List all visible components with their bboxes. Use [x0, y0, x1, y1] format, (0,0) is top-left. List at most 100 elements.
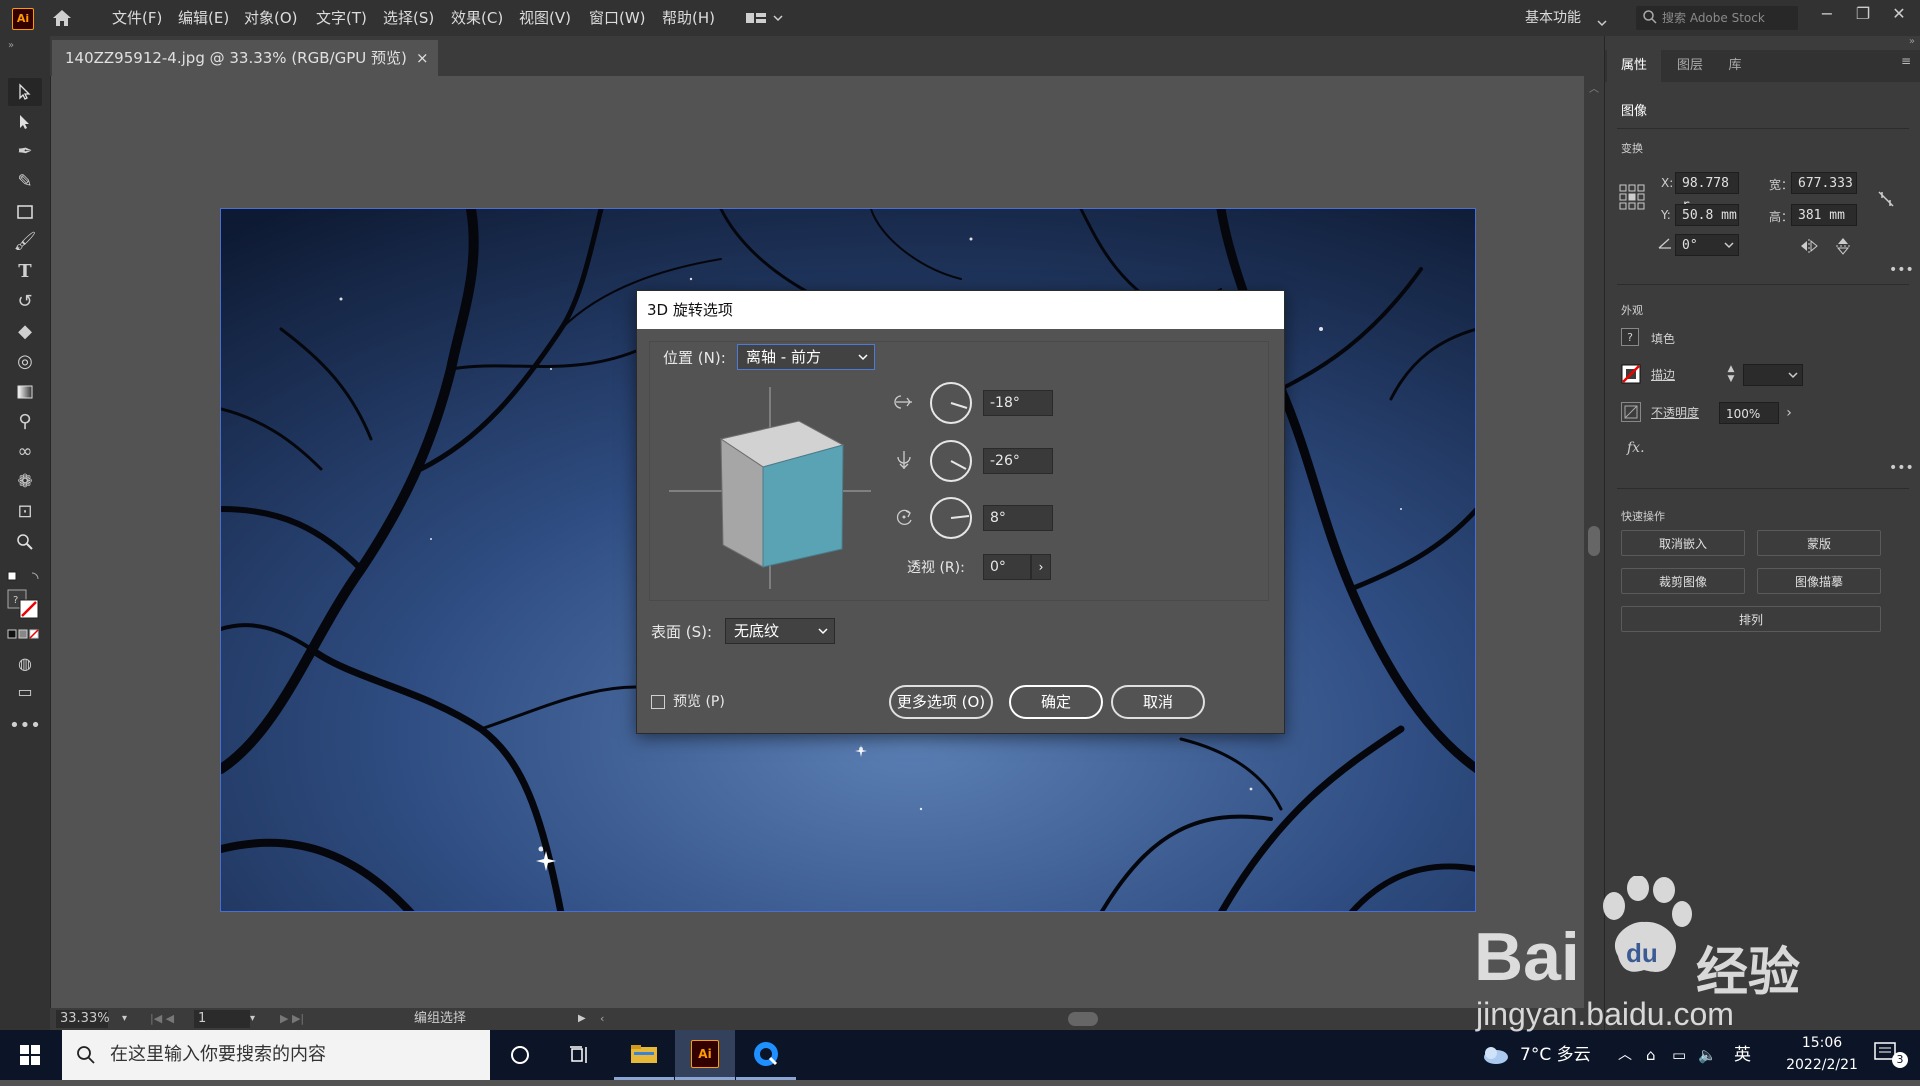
- constrain-proportions-icon[interactable]: [1875, 188, 1897, 210]
- fill-swatch[interactable]: ?: [1621, 328, 1639, 346]
- home-icon[interactable]: [50, 7, 74, 29]
- artboard-tool-icon[interactable]: ⊡: [8, 498, 42, 526]
- rotate-tool-icon[interactable]: ↺: [8, 288, 42, 316]
- stroke-label[interactable]: 描边: [1651, 366, 1675, 383]
- menu-type[interactable]: 文字(T): [316, 0, 367, 36]
- scroll-left-icon[interactable]: ‹: [600, 1008, 604, 1030]
- scrollbar-thumb[interactable]: [1588, 526, 1600, 556]
- width-input[interactable]: 677.333: [1791, 172, 1857, 194]
- reference-point-icon[interactable]: [1619, 184, 1645, 210]
- x-rotation-dial[interactable]: [929, 381, 973, 425]
- rectangle-tool-icon[interactable]: [8, 198, 42, 226]
- zoom-tool-icon[interactable]: [8, 528, 42, 556]
- input-method-indicator[interactable]: 英: [1734, 1030, 1751, 1080]
- arrange-button[interactable]: 排列: [1621, 606, 1881, 632]
- menu-help[interactable]: 帮助(H): [662, 0, 715, 36]
- y-position-input[interactable]: 50.8 mm: [1675, 204, 1739, 226]
- stroke-weight-input[interactable]: [1743, 364, 1803, 386]
- horizontal-scrollbar-thumb[interactable]: [1068, 1012, 1098, 1026]
- qq-browser-icon[interactable]: [736, 1030, 796, 1080]
- close-tab-icon[interactable]: ×: [416, 40, 429, 76]
- gradient-tool-icon[interactable]: [8, 378, 42, 406]
- opacity-label[interactable]: 不透明度: [1651, 404, 1699, 421]
- x-position-input[interactable]: 98.778 r: [1675, 172, 1739, 213]
- preview-checkbox[interactable]: [651, 695, 665, 709]
- taskbar-search-box[interactable]: 在这里输入你要搜索的内容: [62, 1030, 490, 1080]
- show-hidden-icons-chevron[interactable]: ︿: [1618, 1030, 1632, 1080]
- opacity-slider-toggle[interactable]: ›: [1781, 402, 1797, 424]
- stock-search-field[interactable]: 搜索 Adobe Stock: [1636, 6, 1798, 30]
- menu-view[interactable]: 视图(V): [519, 0, 571, 36]
- flip-vertical-icon[interactable]: [1835, 236, 1851, 256]
- canvas-vertical-scrollbar[interactable]: ︿: [1584, 76, 1604, 1008]
- artboard-number-field[interactable]: 1: [194, 1010, 250, 1028]
- flip-horizontal-icon[interactable]: [1799, 238, 1819, 254]
- eraser-tool-icon[interactable]: ◆: [8, 318, 42, 346]
- draw-mode-icon[interactable]: ◍: [8, 650, 42, 678]
- fill-stroke-swatch[interactable]: ?: [6, 588, 46, 622]
- menu-object[interactable]: 对象(O): [244, 0, 298, 36]
- ok-button[interactable]: 确定: [1009, 685, 1103, 719]
- height-input[interactable]: 381 mm: [1791, 204, 1857, 226]
- task-view-icon[interactable]: [550, 1030, 610, 1080]
- z-rotation-dial[interactable]: [929, 496, 973, 540]
- cube-preview[interactable]: [665, 383, 875, 593]
- menu-file[interactable]: 文件(F): [112, 0, 162, 36]
- document-tab[interactable]: 140ZZ95912-4.jpg @ 33.33% (RGB/GPU 预览) ×: [52, 40, 438, 76]
- selection-tool-icon[interactable]: [8, 78, 42, 106]
- more-transform-options-icon[interactable]: •••: [1889, 262, 1914, 278]
- battery-icon[interactable]: ▭: [1672, 1030, 1686, 1080]
- menu-select[interactable]: 选择(S): [383, 0, 434, 36]
- screen-mode-icon[interactable]: ▭: [8, 678, 42, 706]
- status-menu-icon[interactable]: ▶: [578, 1008, 586, 1030]
- cortana-icon[interactable]: [490, 1030, 550, 1080]
- zoom-dropdown-icon[interactable]: ▾: [122, 1008, 127, 1030]
- swap-fill-stroke-icon[interactable]: [6, 570, 42, 584]
- weather-text[interactable]: 7°C 多云: [1520, 1030, 1591, 1080]
- perspective-slider-toggle[interactable]: ›: [1031, 554, 1051, 580]
- y-rotation-input[interactable]: -26°: [983, 448, 1053, 474]
- panel-collapse-icon[interactable]: »: [8, 40, 14, 51]
- stroke-swatch[interactable]: [1621, 364, 1641, 384]
- color-mode-icons[interactable]: [6, 628, 42, 640]
- menu-window[interactable]: 窗口(W): [589, 0, 646, 36]
- more-appearance-options-icon[interactable]: •••: [1889, 460, 1914, 476]
- panel-expand-icon[interactable]: »: [1605, 36, 1920, 50]
- unembed-button[interactable]: 取消嵌入: [1621, 530, 1745, 556]
- menu-effect[interactable]: 效果(C): [451, 0, 503, 36]
- more-tools-icon[interactable]: •••: [8, 712, 42, 740]
- windows-start-icon[interactable]: [0, 1030, 60, 1080]
- illustrator-taskbar-icon[interactable]: Ai: [675, 1030, 735, 1080]
- cancel-button[interactable]: 取消: [1111, 685, 1205, 719]
- x-rotation-input[interactable]: -18°: [983, 390, 1053, 416]
- symbol-sprayer-tool-icon[interactable]: ❁: [8, 468, 42, 496]
- position-select[interactable]: 离轴 - 前方: [737, 344, 875, 370]
- close-window-button[interactable]: ✕: [1882, 0, 1916, 28]
- weather-icon[interactable]: [1480, 1043, 1510, 1067]
- pen-tool-icon[interactable]: ✒: [8, 138, 42, 166]
- mask-button[interactable]: 蒙版: [1757, 530, 1881, 556]
- first-artboard-icon[interactable]: |◀ ◀: [150, 1008, 174, 1030]
- artboard-dropdown-icon[interactable]: ▾: [250, 1008, 255, 1030]
- z-rotation-input[interactable]: 8°: [983, 505, 1053, 531]
- y-rotation-dial[interactable]: [929, 439, 973, 483]
- tab-layers[interactable]: 图层: [1663, 50, 1717, 82]
- taskbar-clock[interactable]: 15:06 2022/2/21: [1782, 1032, 1862, 1076]
- paintbrush-tool-icon[interactable]: 🖌: [8, 228, 42, 256]
- file-explorer-icon[interactable]: [614, 1030, 674, 1080]
- notification-center-icon[interactable]: 3: [1872, 1040, 1912, 1070]
- network-icon[interactable]: ⌂: [1646, 1030, 1656, 1080]
- lasso-tool-icon[interactable]: ◎: [8, 348, 42, 376]
- image-trace-button[interactable]: 图像描摹: [1757, 568, 1881, 594]
- direct-selection-tool-icon[interactable]: [8, 108, 42, 136]
- crop-image-button[interactable]: 裁剪图像: [1621, 568, 1745, 594]
- tab-libraries[interactable]: 库: [1713, 50, 1757, 82]
- perspective-input[interactable]: 0°: [983, 554, 1031, 580]
- last-artboard-icon[interactable]: ▶ ▶|: [280, 1008, 304, 1030]
- panel-menu-icon[interactable]: ≡: [1901, 54, 1911, 68]
- restore-button[interactable]: ❐: [1846, 0, 1880, 28]
- eyedropper-tool-icon[interactable]: ⚲: [8, 408, 42, 436]
- surface-select[interactable]: 无底纹: [725, 618, 835, 644]
- curvature-tool-icon[interactable]: ✎: [8, 168, 42, 196]
- chevron-down-icon[interactable]: [1597, 16, 1607, 27]
